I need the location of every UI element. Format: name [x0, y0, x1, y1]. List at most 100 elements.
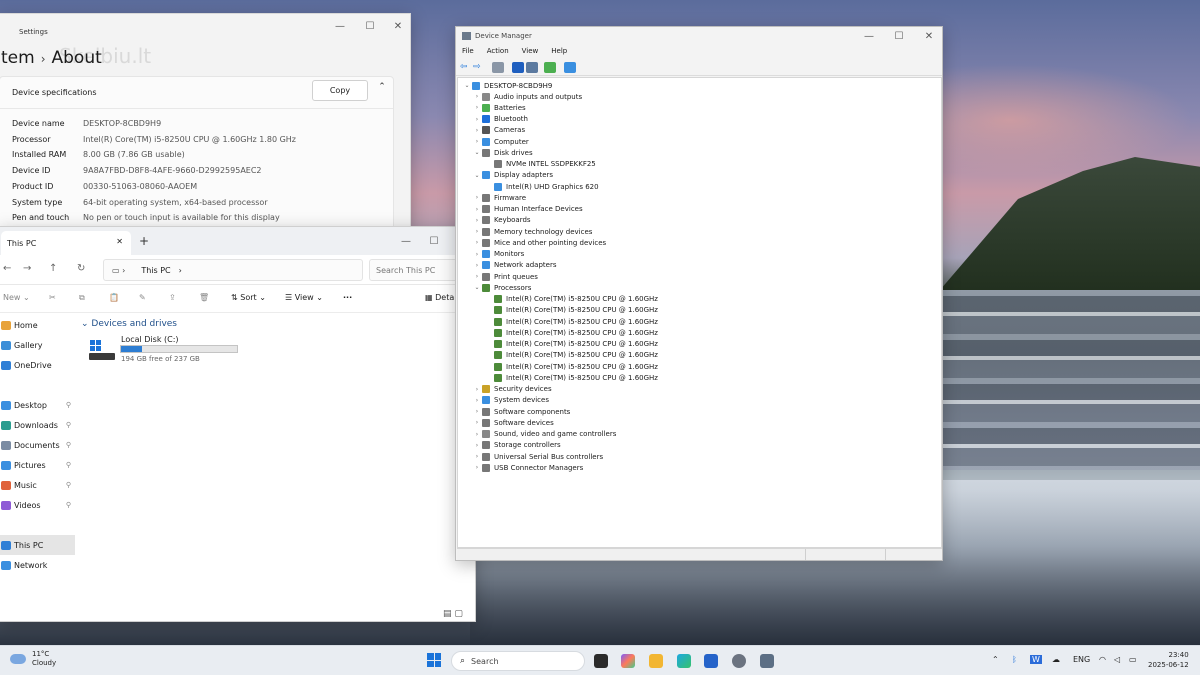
sort-button[interactable]: ⇅ Sort ⌄	[231, 293, 266, 302]
breadcrumb-parent[interactable]: tem	[1, 48, 35, 68]
clock[interactable]: 23:40 2025-06-12	[1148, 650, 1189, 670]
nav-item-videos[interactable]: Videos ⚲	[0, 495, 75, 515]
maximize-button[interactable]: ☐	[355, 14, 385, 38]
chevron-down-icon[interactable]: ⌄	[472, 284, 482, 291]
cloud-sync-icon[interactable]: ☁	[1052, 655, 1060, 664]
device-category[interactable]: › Sound, video and game controllers	[472, 429, 616, 440]
device-category[interactable]: › Computer	[472, 136, 529, 147]
wifi-icon[interactable]: ◠	[1099, 655, 1106, 664]
device-category[interactable]: ⌄ Processors	[472, 282, 531, 293]
details-button[interactable]: ▦ Deta	[425, 293, 454, 302]
device-category[interactable]: › Software components	[472, 406, 570, 417]
device-item[interactable]: Intel(R) Core(TM) i5-8250U CPU @ 1.60GHz	[484, 316, 658, 327]
device-category[interactable]: › Human Interface Devices	[472, 204, 583, 215]
weather-widget[interactable]: 11°C Cloudy	[10, 650, 56, 668]
chevron-right-icon[interactable]: ›	[472, 217, 482, 224]
update-driver-icon[interactable]	[544, 62, 556, 73]
close-button[interactable]: ✕	[383, 14, 410, 38]
rename-icon[interactable]: ✎	[139, 293, 146, 302]
nav-item-this-pc[interactable]: This PC	[0, 535, 75, 555]
chevron-right-icon[interactable]: ›	[472, 397, 482, 404]
chevron-right-icon[interactable]: ›	[472, 93, 482, 100]
close-button[interactable]: ✕	[914, 27, 942, 48]
minimize-button[interactable]: —	[391, 229, 421, 253]
chevron-right-icon[interactable]: ›	[472, 228, 482, 235]
device-category[interactable]: › Keyboards	[472, 215, 531, 226]
copy-button[interactable]: Copy	[312, 80, 368, 101]
chevron-up-icon[interactable]: ⌃	[374, 82, 390, 98]
up-icon[interactable]: ↑	[49, 263, 57, 274]
chevron-down-icon[interactable]: ⌄	[472, 149, 482, 156]
device-manager-taskbar-icon[interactable]	[760, 654, 774, 668]
device-category[interactable]: › Network adapters	[472, 260, 557, 271]
device-category[interactable]: › Batteries	[472, 102, 526, 113]
device-item[interactable]: Intel(R) Core(TM) i5-8250U CPU @ 1.60GHz	[484, 361, 658, 372]
task-view-icon[interactable]	[594, 654, 608, 668]
nav-item-home[interactable]: Home	[0, 315, 75, 335]
new-button[interactable]: New ⌄	[3, 293, 30, 302]
chevron-right-icon[interactable]: ›	[472, 386, 482, 393]
chevron-right-icon[interactable]: ›	[472, 104, 482, 111]
device-category[interactable]: › USB Connector Managers	[472, 462, 583, 473]
refresh-icon[interactable]: ↻	[77, 263, 85, 274]
language-indicator[interactable]: ENG	[1073, 655, 1090, 664]
device-category[interactable]: › Memory technology devices	[472, 226, 592, 237]
nav-item-onedrive[interactable]: OneDrive	[0, 355, 75, 375]
store-icon[interactable]	[704, 654, 718, 668]
menu-help[interactable]: Help	[545, 47, 574, 59]
nav-item-pictures[interactable]: Pictures ⚲	[0, 455, 75, 475]
chevron-right-icon[interactable]: ›	[472, 442, 482, 449]
device-category[interactable]: ⌄ Display adapters	[472, 170, 553, 181]
new-tab-icon[interactable]: +	[139, 234, 149, 248]
copy-icon[interactable]: ⧉	[79, 293, 85, 303]
minimize-button[interactable]: —	[854, 27, 884, 48]
chevron-right-icon[interactable]: ›	[472, 116, 482, 123]
device-category[interactable]: › Print queues	[472, 271, 538, 282]
device-item[interactable]: Intel(R) Core(TM) i5-8250U CPU @ 1.60GHz	[484, 294, 658, 305]
show-hide-console-tree-icon[interactable]	[492, 62, 504, 73]
device-item[interactable]: Intel(R) Core(TM) i5-8250U CPU @ 1.60GHz	[484, 339, 658, 350]
battery-icon[interactable]: ▭	[1129, 655, 1137, 664]
view-toggle[interactable]: ▤ ▢	[443, 609, 463, 619]
device-item[interactable]: Intel(R) Core(TM) i5-8250U CPU @ 1.60GHz	[484, 305, 658, 316]
close-tab-icon[interactable]: ✕	[116, 237, 123, 246]
chevron-right-icon[interactable]: ›	[472, 431, 482, 438]
back-icon[interactable]: ⇦	[460, 62, 472, 73]
chevron-right-icon[interactable]: ›	[472, 453, 482, 460]
maximize-button[interactable]: ☐	[884, 27, 914, 48]
chevron-right-icon[interactable]: ›	[472, 464, 482, 471]
start-button[interactable]	[427, 653, 441, 667]
device-category[interactable]: › Mice and other pointing devices	[472, 237, 606, 248]
properties-icon[interactable]	[512, 62, 524, 73]
chevron-right-icon[interactable]: ›	[472, 408, 482, 415]
cut-icon[interactable]: ✂	[49, 293, 56, 302]
device-category[interactable]: › Storage controllers	[472, 440, 561, 451]
nav-item-music[interactable]: Music ⚲	[0, 475, 75, 495]
maximize-button[interactable]: ☐	[419, 229, 449, 253]
nav-item-desktop[interactable]: Desktop ⚲	[0, 395, 75, 415]
device-item[interactable]: Intel(R) Core(TM) i5-8250U CPU @ 1.60GHz	[484, 350, 658, 361]
tree-root[interactable]: ⌄ DESKTOP-8CBD9H9	[462, 80, 552, 91]
device-category[interactable]: › Universal Serial Bus controllers	[472, 451, 603, 462]
delete-icon[interactable]: 🗑	[199, 293, 209, 302]
nav-item-documents[interactable]: Documents ⚲	[0, 435, 75, 455]
paste-icon[interactable]: 📋	[109, 293, 119, 302]
device-category[interactable]: › Firmware	[472, 192, 526, 203]
volume-icon[interactable]: ◁	[1114, 655, 1120, 664]
chevron-down-icon[interactable]: ⌄	[462, 82, 472, 89]
nav-item-gallery[interactable]: Gallery	[0, 335, 75, 355]
chevron-right-icon[interactable]: ›	[472, 206, 482, 213]
chevron-right-icon[interactable]: ›	[472, 127, 482, 134]
chevron-right-icon[interactable]: ›	[472, 239, 482, 246]
chevron-right-icon[interactable]: ›	[472, 194, 482, 201]
tab-this-pc[interactable]: This PC ✕	[1, 231, 131, 255]
device-item[interactable]: NVMe INTEL SSDPEKKF25	[484, 159, 596, 170]
back-icon[interactable]: ←	[3, 263, 11, 274]
forward-icon[interactable]: →	[23, 263, 31, 274]
device-category[interactable]: › Software devices	[472, 417, 554, 428]
forward-icon[interactable]: ⇨	[473, 62, 485, 73]
chevron-up-icon[interactable]: ⌃	[992, 655, 999, 664]
chevron-right-icon[interactable]: ›	[472, 138, 482, 145]
device-category[interactable]: › System devices	[472, 395, 549, 406]
device-item[interactable]: Intel(R) Core(TM) i5-8250U CPU @ 1.60GHz	[484, 372, 658, 383]
